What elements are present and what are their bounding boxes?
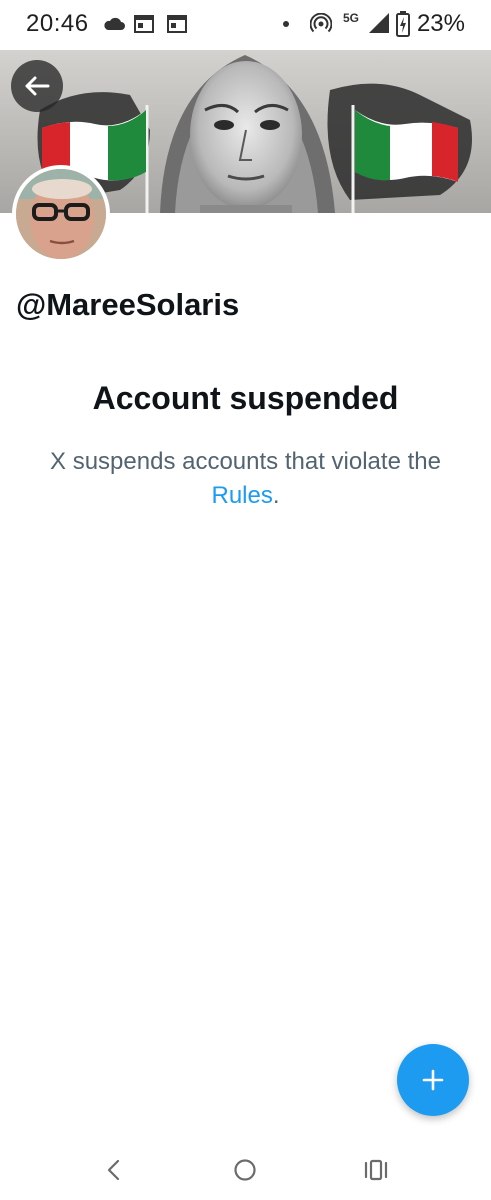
suspended-message-suffix: .: [272, 482, 280, 509]
suspended-title: Account suspended: [92, 380, 399, 416]
recents-nav-icon: [364, 1159, 388, 1181]
battery-charging-icon: [396, 11, 410, 37]
back-button[interactable]: [11, 60, 63, 112]
system-nav-bar: [0, 1138, 491, 1200]
status-time: 20:46: [26, 10, 89, 37]
suspended-message: X suspends accounts that violate the Rul…: [40, 445, 451, 513]
rules-link[interactable]: Rules: [211, 482, 272, 509]
battery-percent: 23%: [416, 10, 465, 37]
calendar-icon: [134, 15, 154, 33]
signal-icon: [369, 13, 389, 33]
avatar[interactable]: [12, 165, 110, 263]
suspended-message-text: X suspends accounts that violate the: [50, 448, 441, 475]
back-nav-icon: [107, 1159, 120, 1181]
avatar-image: [16, 169, 106, 259]
status-bar: 20:46 5G 23%: [0, 0, 491, 50]
dot-icon: [283, 21, 289, 27]
home-nav-icon: [234, 1159, 256, 1181]
arrow-left-icon: [25, 76, 50, 96]
calendar-icon: [167, 15, 187, 33]
system-recents-button[interactable]: [356, 1154, 396, 1186]
network-label: 5G: [343, 11, 360, 25]
system-back-button[interactable]: [93, 1154, 133, 1186]
profile-username: @MareeSolaris: [16, 287, 240, 322]
system-home-button[interactable]: [225, 1154, 265, 1186]
hotspot-icon: [310, 13, 332, 33]
plus-icon: [422, 1069, 444, 1091]
cloud-icon: [104, 17, 125, 30]
compose-button[interactable]: [397, 1044, 469, 1116]
